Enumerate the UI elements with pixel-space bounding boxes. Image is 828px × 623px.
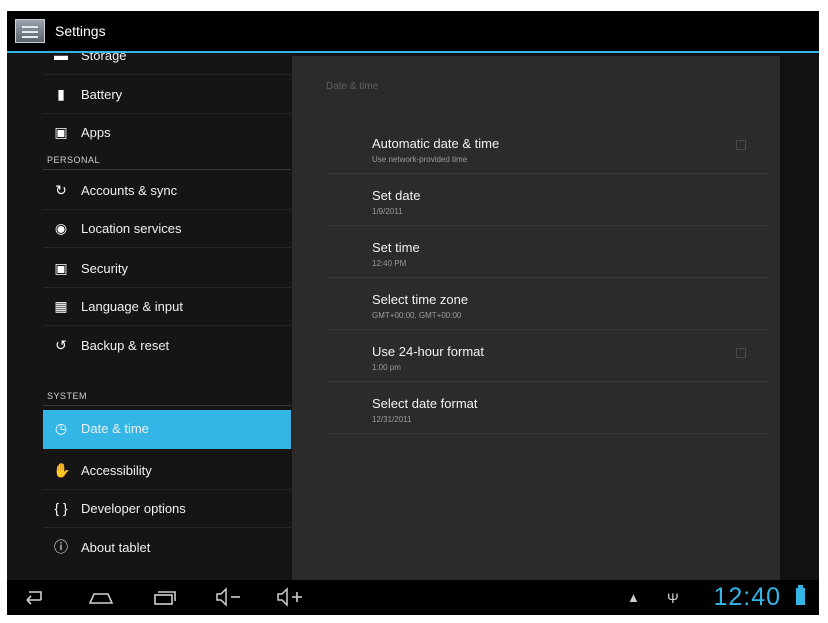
sidebar-item-date-time[interactable]: ◷ Date & time xyxy=(43,410,291,449)
braces-icon: { } xyxy=(54,500,68,516)
info-icon: ⓘ xyxy=(54,539,68,555)
pref-select-time-zone[interactable]: Select time zone GMT+00:00, GMT+00:00 xyxy=(328,278,768,330)
checkbox[interactable] xyxy=(736,140,746,150)
location-icon: ◉ xyxy=(54,220,68,236)
detail-pane: Date & time Automatic date & time Use ne… xyxy=(292,56,780,580)
pref-title: Use 24-hour format xyxy=(372,344,484,359)
pref-summary: 12:40 PM xyxy=(372,259,407,268)
keyboard-icon: ▦ xyxy=(54,298,68,314)
clock[interactable]: 12:40 xyxy=(713,583,781,612)
sidebar-item-location[interactable]: ◉ Location services xyxy=(43,210,291,248)
clock-icon: ◷ xyxy=(54,420,68,436)
battery-full-icon[interactable] xyxy=(796,585,805,605)
pref-title: Select date format xyxy=(372,396,478,411)
hand-icon: ✋ xyxy=(53,462,71,478)
settings-list[interactable]: ▬ Storage ▮ Battery ▣ Apps PERSONAL ↻ Ac… xyxy=(7,53,297,580)
usb-icon: Ψ xyxy=(667,590,679,606)
back-icon[interactable] xyxy=(21,586,45,610)
action-bar: Settings xyxy=(7,11,819,53)
section-header-system: SYSTEM xyxy=(43,386,291,406)
settings-icon[interactable] xyxy=(15,19,45,43)
sidebar-item-battery[interactable]: ▮ Battery xyxy=(43,76,291,114)
pref-summary: GMT+00:00, GMT+00:00 xyxy=(372,311,462,320)
pref-summary: 12/31/2011 xyxy=(372,415,412,424)
recent-apps-icon[interactable] xyxy=(152,586,178,610)
sidebar-item-label: Location services xyxy=(81,221,182,236)
sidebar-item-accessibility[interactable]: ✋ Accessibility xyxy=(43,452,291,490)
sidebar-item-label: Apps xyxy=(81,125,111,140)
sidebar-item-label: Developer options xyxy=(81,501,186,516)
pref-summary: 1:00 pm xyxy=(372,363,401,372)
sidebar-item-label: Storage xyxy=(81,53,127,63)
sidebar-item-label: About tablet xyxy=(81,540,151,555)
pref-title: Automatic date & time xyxy=(372,136,500,151)
home-icon[interactable] xyxy=(87,586,115,610)
sync-icon: ↻ xyxy=(55,182,67,198)
tablet-screen: Settings ▬ Storage ▮ Battery ▣ Apps PERS… xyxy=(7,11,819,615)
section-header-personal: PERSONAL xyxy=(43,150,291,170)
section-title: Date & time xyxy=(326,81,379,92)
sidebar-item-label: Accounts & sync xyxy=(81,183,178,198)
sidebar-item-label: Battery xyxy=(81,87,123,102)
pref-set-date[interactable]: Set date 1/9/2011 xyxy=(328,174,768,226)
volume-up-icon[interactable] xyxy=(275,586,305,610)
sidebar-item-label: Security xyxy=(81,261,128,276)
battery-icon: ▮ xyxy=(57,86,65,102)
sidebar-item-developer-options[interactable]: { } Developer options xyxy=(43,490,291,528)
system-bar: ▲ Ψ 12:40 xyxy=(7,580,819,615)
pref-use-24-hour-format[interactable]: Use 24-hour format 1:00 pm xyxy=(328,330,768,382)
sidebar-item-label: Date & time xyxy=(81,421,149,436)
sidebar-item-about-tablet[interactable]: ⓘ About tablet xyxy=(43,529,291,567)
sidebar-item-security[interactable]: ▣ Security xyxy=(43,250,291,288)
volume-down-icon[interactable] xyxy=(214,586,244,610)
sidebar-item-label: Backup & reset xyxy=(81,338,170,353)
pref-set-time[interactable]: Set time 12:40 PM xyxy=(328,226,768,278)
app-title: Settings xyxy=(55,23,106,39)
lock-icon: ▣ xyxy=(54,260,68,276)
pref-title: Set date xyxy=(372,188,421,203)
sidebar-item-label: Language & input xyxy=(81,299,183,314)
sidebar-item-language-input[interactable]: ▦ Language & input xyxy=(43,288,291,326)
storage-icon: ▬ xyxy=(54,53,68,63)
sidebar-item-accounts-sync[interactable]: ↻ Accounts & sync xyxy=(43,172,291,210)
sidebar-item-apps[interactable]: ▣ Apps xyxy=(43,114,291,152)
apps-icon: ▣ xyxy=(54,124,68,140)
sidebar-item-storage[interactable]: ▬ Storage xyxy=(43,53,291,75)
pref-select-date-format[interactable]: Select date format 12/31/2011 xyxy=(328,382,768,434)
sidebar-item-label: Accessibility xyxy=(81,463,152,478)
pref-title: Select time zone xyxy=(372,292,469,307)
pref-summary: Use network-provided time xyxy=(372,155,468,164)
pref-automatic-date-time[interactable]: Automatic date & time Use network-provid… xyxy=(328,122,768,174)
sidebar-item-backup-reset[interactable]: ↺ Backup & reset xyxy=(43,327,291,365)
pref-title: Set time xyxy=(372,240,420,255)
android-icon: ▲ xyxy=(627,590,640,605)
backup-icon: ↺ xyxy=(55,337,67,353)
pref-summary: 1/9/2011 xyxy=(372,207,403,216)
checkbox[interactable] xyxy=(736,348,746,358)
